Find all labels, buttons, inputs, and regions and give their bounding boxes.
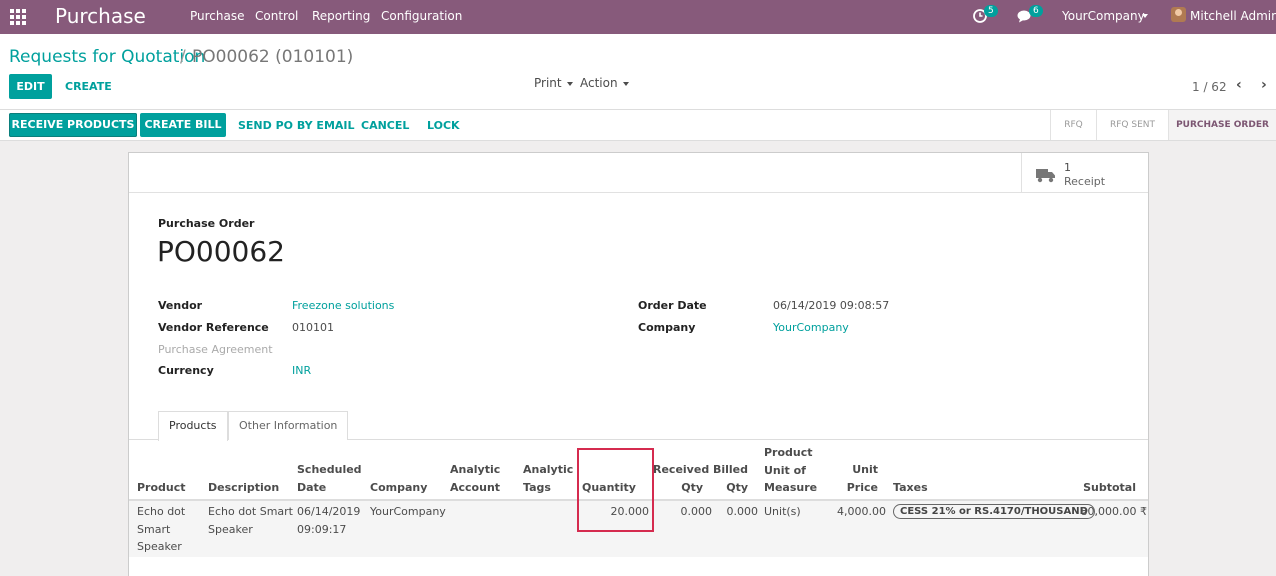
pager-next-icon[interactable]: › <box>1261 78 1275 92</box>
chevron-down-icon <box>566 81 573 86</box>
tab-other-information[interactable]: Other Information <box>228 411 349 440</box>
send-po-email-button[interactable]: SEND PO BY EMAIL <box>238 119 355 132</box>
col-unit-of-measure[interactable]: Product Unit of Measure <box>764 444 817 497</box>
cell-unit-of-measure: Unit(s) <box>764 505 801 518</box>
action-dropdown[interactable]: Action <box>580 76 629 90</box>
col-unit-price[interactable]: Unit Price <box>829 461 878 496</box>
col-taxes[interactable]: Taxes <box>893 479 928 497</box>
top-navbar: Purchase Purchase Control Reporting Conf… <box>0 0 1276 34</box>
app-brand: Purchase <box>55 4 146 28</box>
pager-previous-icon[interactable]: ‹ <box>1236 78 1250 92</box>
stage-purchase-order: PURCHASE ORDER <box>1168 110 1276 140</box>
purchase-agreement-label: Purchase Agreement <box>158 343 273 356</box>
cell-subtotal: 80,000.00 ₹ <box>1080 505 1147 518</box>
company-switcher[interactable]: YourCompany <box>1062 9 1145 23</box>
action-label: Action <box>580 76 618 90</box>
stage-rfq: RFQ <box>1050 110 1096 140</box>
edit-button[interactable]: EDIT <box>9 74 52 99</box>
cancel-button[interactable]: CANCEL <box>361 119 409 132</box>
col-subtotal[interactable]: Subtotal <box>1069 479 1136 497</box>
vendor-link[interactable]: Freezone solutions <box>292 299 394 312</box>
col-scheduled-date[interactable]: Scheduled Date <box>297 461 362 496</box>
po-number: PO00062 <box>157 235 285 268</box>
menu-configuration[interactable]: Configuration <box>381 9 462 23</box>
chevron-down-icon <box>1142 14 1148 18</box>
apps-grid-icon[interactable] <box>10 9 26 25</box>
control-panel: Requests for Quotation / PO00062 (010101… <box>0 34 1276 110</box>
create-bill-button[interactable]: CREATE BILL <box>140 113 226 137</box>
menu-reporting[interactable]: Reporting <box>312 9 370 23</box>
vendor-reference-value: 010101 <box>292 321 334 334</box>
col-analytic-tags[interactable]: Analytic Tags <box>523 461 573 496</box>
col-description[interactable]: Description <box>208 479 279 497</box>
create-button[interactable]: CREATE <box>65 80 112 93</box>
status-bar: RECEIVE PRODUCTS CREATE BILL SEND PO BY … <box>0 110 1276 141</box>
col-billed-qty[interactable]: Billed Qty <box>712 461 748 496</box>
receipt-count: 1 <box>1064 161 1071 174</box>
receipt-label: Receipt <box>1064 175 1106 188</box>
order-date-value: 06/14/2019 09:08:57 <box>773 299 890 312</box>
menu-purchase[interactable]: Purchase <box>190 9 245 23</box>
cell-scheduled-date: 06/14/2019 09:09:17 <box>297 505 361 536</box>
col-company[interactable]: Company <box>370 479 427 497</box>
cell-unit-price: 4,000.00 <box>837 505 886 518</box>
quantity-highlight-box <box>577 448 654 532</box>
menu-control[interactable]: Control <box>255 9 298 23</box>
user-menu[interactable]: Mitchell Admin <box>1190 9 1276 23</box>
col-received-qty[interactable]: Received Qty <box>653 461 709 496</box>
currency-label: Currency <box>158 364 214 377</box>
company-link[interactable]: YourCompany <box>773 321 849 334</box>
user-avatar[interactable] <box>1171 7 1186 22</box>
company-label: Company <box>638 321 696 334</box>
breadcrumb-current: PO00062 (010101) <box>192 47 354 67</box>
smart-button-box: 1 Receipt <box>129 153 1148 193</box>
order-date-label: Order Date <box>638 299 707 312</box>
stage-rfq-sent: RFQ SENT <box>1096 110 1168 140</box>
cell-billed-qty: 0.000 <box>726 505 759 518</box>
breadcrumb-separator: / <box>180 47 186 67</box>
form-sheet: 1 Receipt Purchase Order PO00062 Vendor … <box>128 152 1149 576</box>
cell-company: YourCompany <box>370 505 446 518</box>
cell-product: Echo dot Smart Speaker <box>137 505 186 553</box>
col-analytic-account[interactable]: Analytic Account <box>450 461 500 496</box>
breadcrumb-parent[interactable]: Requests for Quotation <box>9 47 205 67</box>
currency-link[interactable]: INR <box>292 364 311 377</box>
message-count-badge: 6 <box>1029 5 1043 17</box>
cell-description: Echo dot Smart Speaker <box>208 505 293 536</box>
print-label: Print <box>534 76 562 90</box>
truck-icon <box>1036 169 1055 183</box>
notebook-tabs: Products Other Information <box>129 411 1148 441</box>
receive-products-button[interactable]: RECEIVE PRODUCTS <box>9 113 137 137</box>
pager-value[interactable]: 1 / 62 <box>1192 80 1227 94</box>
po-title-label: Purchase Order <box>158 217 255 230</box>
receipt-smart-button[interactable]: 1 Receipt <box>1021 153 1148 193</box>
vendor-label: Vendor <box>158 299 203 312</box>
lock-button[interactable]: LOCK <box>427 119 460 132</box>
cell-received-qty: 0.000 <box>680 505 713 518</box>
tab-products[interactable]: Products <box>158 411 228 441</box>
vendor-reference-label: Vendor Reference <box>158 321 269 334</box>
col-product[interactable]: Product <box>137 479 186 497</box>
print-dropdown[interactable]: Print <box>534 76 573 90</box>
chevron-down-icon <box>622 81 629 86</box>
activity-count-badge: 5 <box>984 5 998 17</box>
